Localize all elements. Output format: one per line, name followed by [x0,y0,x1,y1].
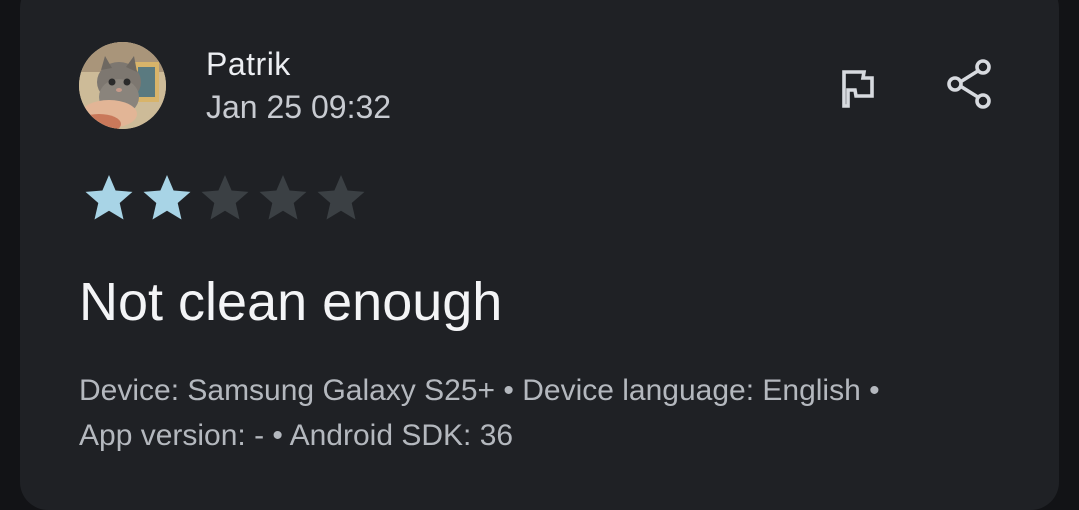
star-filled-icon [143,175,191,220]
star-empty-icon [259,175,307,220]
star-rating [80,172,370,224]
share-icon [947,59,991,109]
share-button[interactable] [941,56,997,112]
review-title: Not clean enough [79,272,503,332]
star-filled-icon [85,175,133,220]
review-date: Jan 25 09:32 [206,89,392,125]
flag-button[interactable] [828,60,884,116]
avatar[interactable] [79,42,166,129]
review-device-info: Device: Samsung Galaxy S25+ • Device lan… [79,368,1019,458]
flag-icon [842,70,874,108]
star-empty-icon [317,175,365,220]
device-info-line-1: Device: Samsung Galaxy S25+ • Device lan… [79,374,880,407]
star-empty-icon [201,175,249,220]
review-author: Patrik [206,46,291,82]
device-info-line-2: App version: - • Android SDK: 36 [79,419,514,452]
